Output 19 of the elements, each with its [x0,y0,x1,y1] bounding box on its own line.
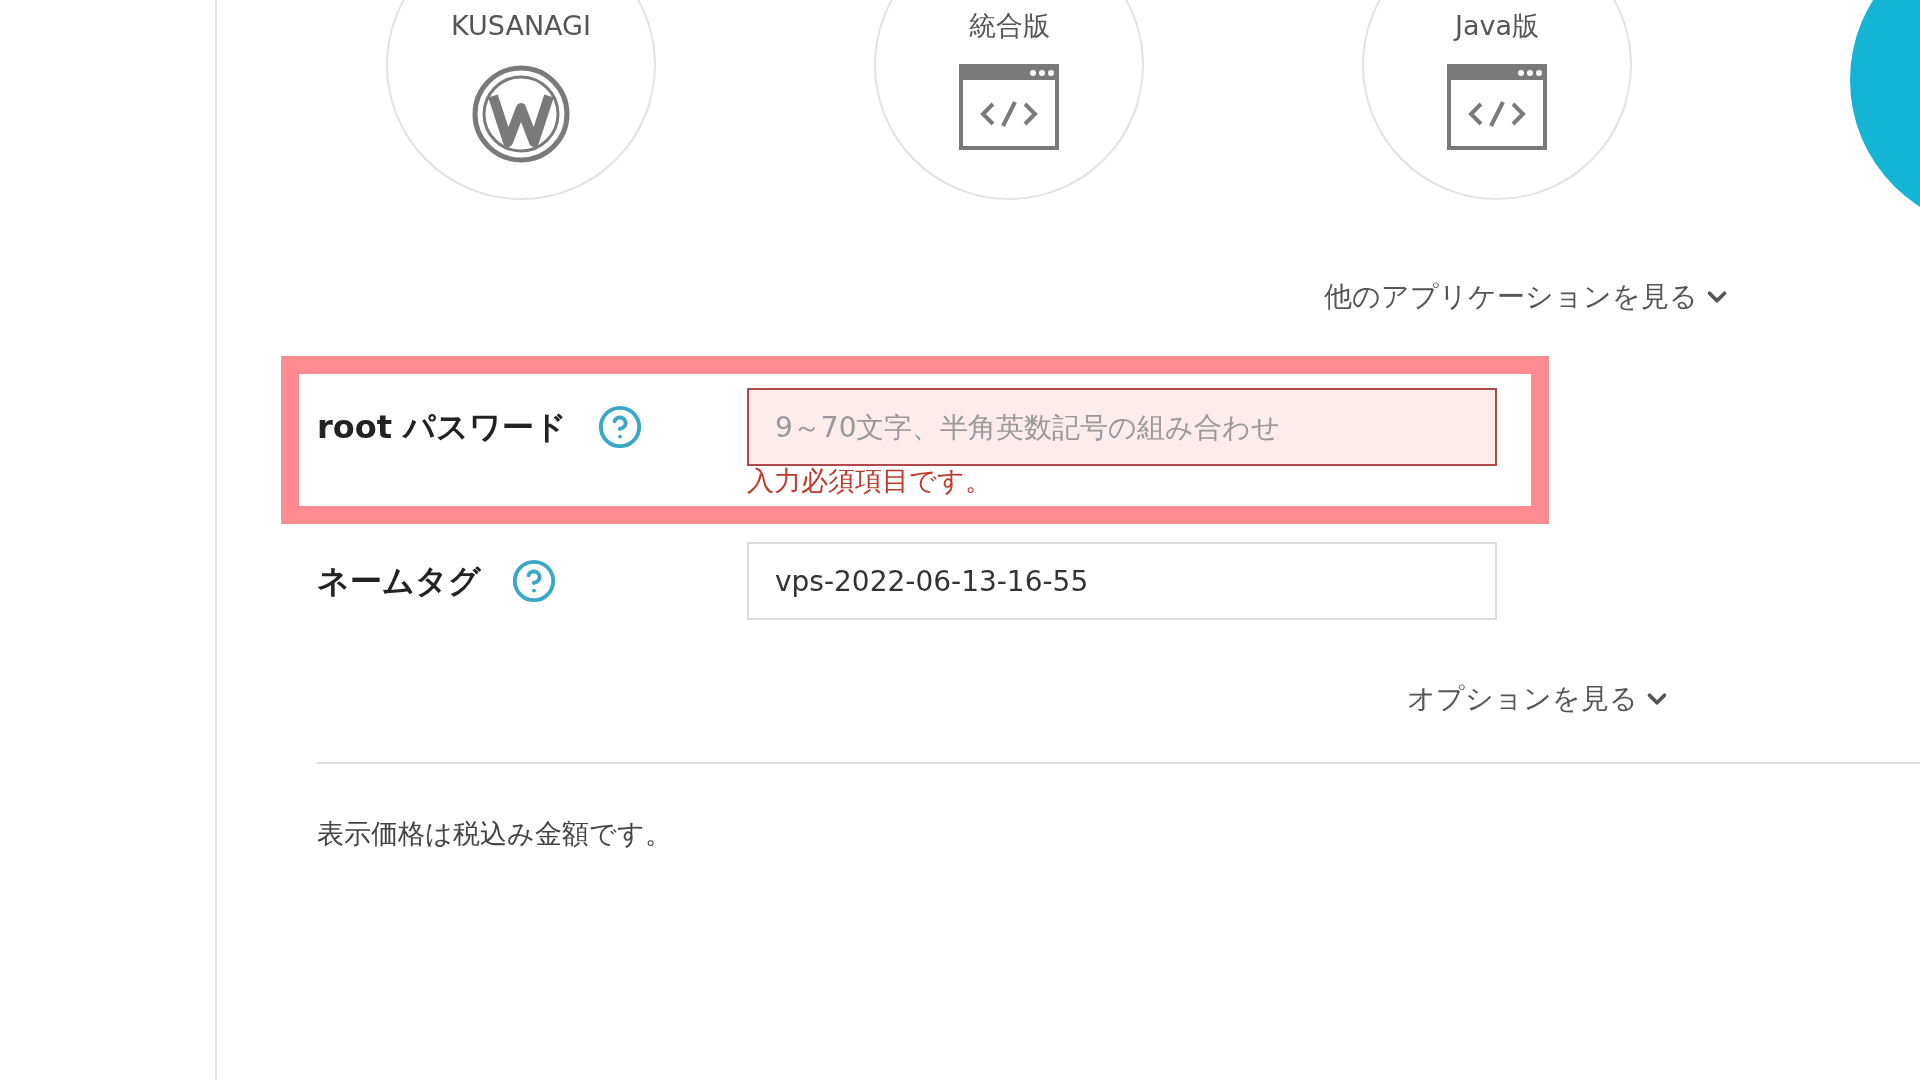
code-window-icon [959,64,1059,150]
name-tag-field[interactable]: vps-2022-06-13-16-55 [747,542,1497,620]
app-label: Java版 [1454,10,1539,42]
code-window-icon [1447,64,1547,150]
field-label: root パスワード [317,407,568,448]
app-label: KUSANAGI [451,10,591,42]
app-option[interactable]: 統合版 [874,0,1144,200]
help-icon[interactable] [511,558,557,604]
field-label: ネームタグ [317,561,481,602]
help-icon[interactable] [597,404,644,450]
options-link[interactable]: オプションを見る [1407,678,1672,720]
w-logo-icon [471,64,571,164]
password-field[interactable]: 9～70文字、半角英数記号の組み合わせ [747,388,1497,466]
more-apps-link[interactable]: 他のアプリケーションを見る [1324,276,1732,318]
error-message: 入力必須項目です。 [747,466,993,496]
app-label: 統合版 [968,10,1050,42]
tax-note: 表示価格は税込み金額です。 [317,817,673,851]
app-option[interactable]: KUSANAGI [386,0,656,200]
app-option[interactable]: Java版 [1362,0,1632,200]
